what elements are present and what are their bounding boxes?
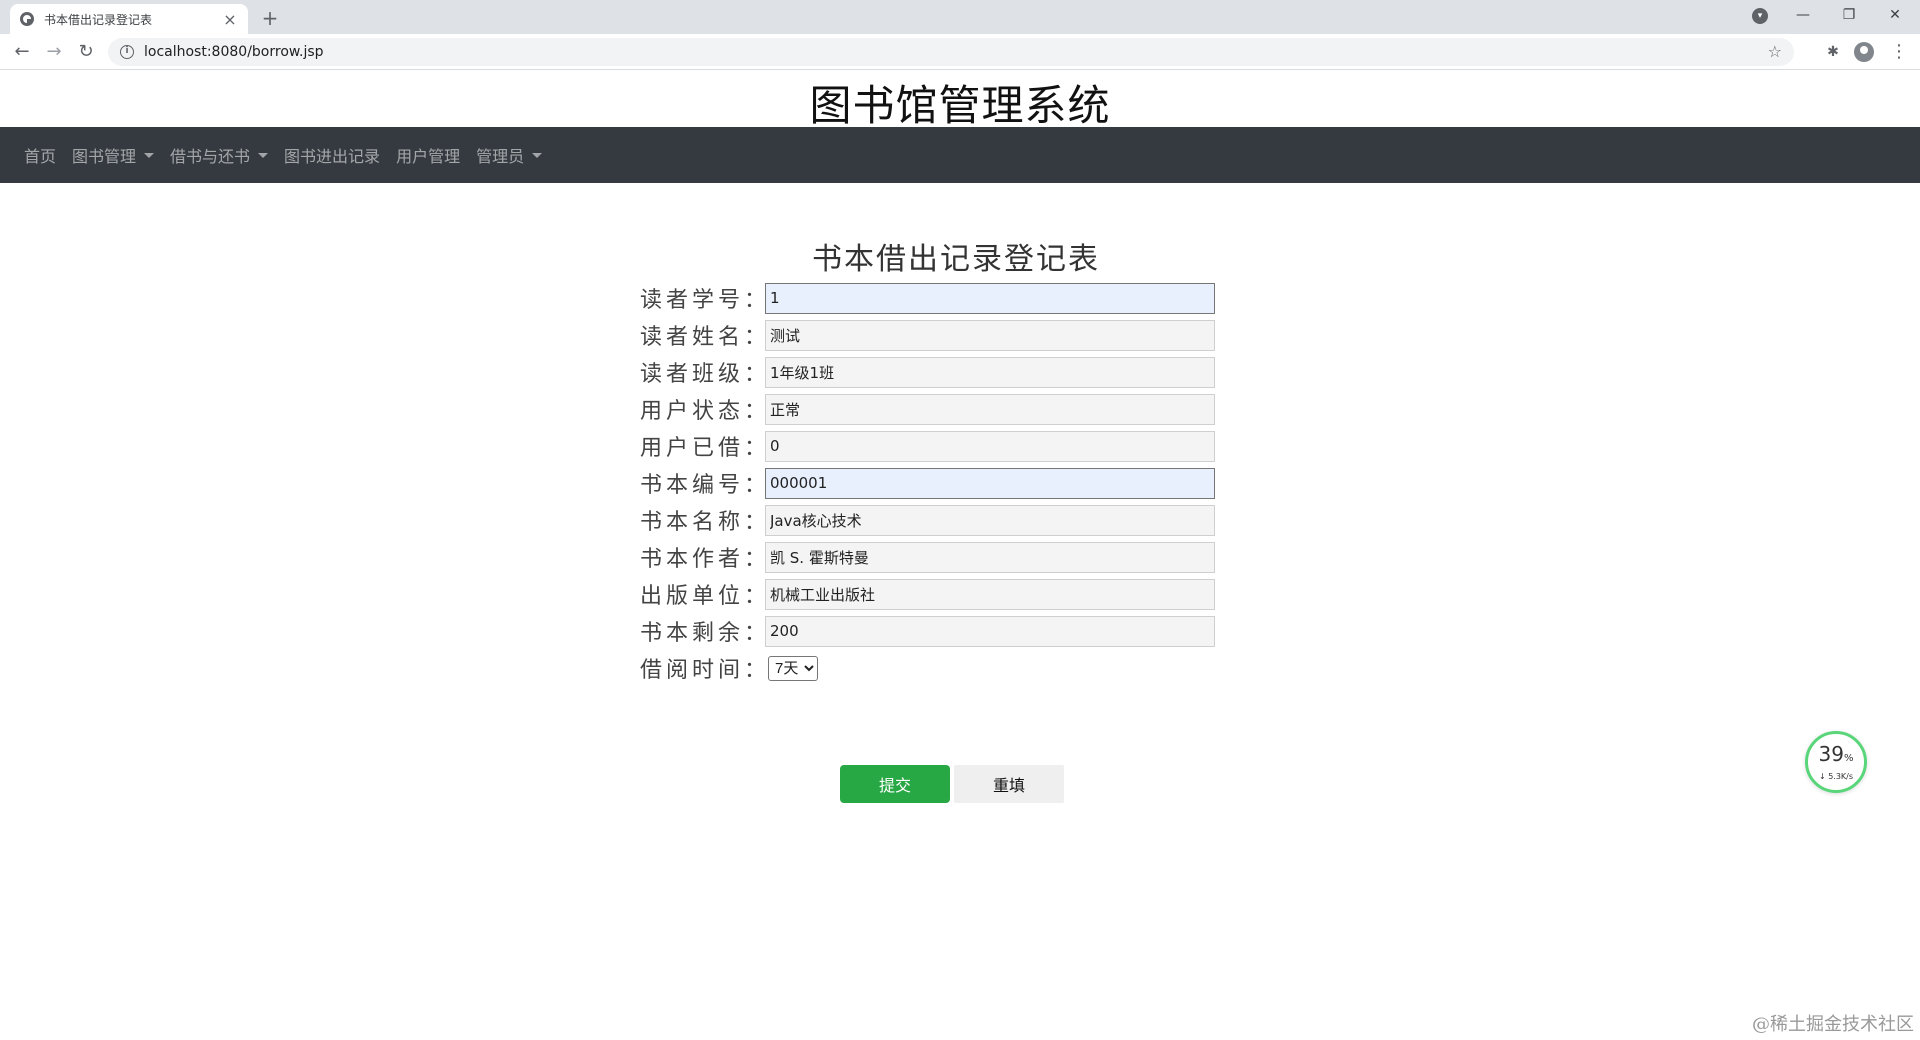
- form-row-book-remaining: 书本剩余：: [640, 615, 1215, 647]
- main-navbar: 首页 图书管理 借书与还书 图书进出记录 用户管理 管理员: [0, 127, 1920, 183]
- nav-item-label: 图书进出记录: [284, 147, 381, 166]
- user-status-input[interactable]: [765, 393, 1215, 425]
- form-row-book-name: 书本名称：: [640, 504, 1215, 536]
- nav-item-home[interactable]: 首页: [16, 143, 64, 167]
- book-id-input[interactable]: [765, 467, 1215, 499]
- extensions-icon[interactable]: ✱: [1823, 42, 1843, 62]
- tab-search-icon[interactable]: ▾: [1752, 8, 1768, 24]
- field-label: 用户状态：: [640, 399, 771, 424]
- speed-percent-unit: %: [1843, 753, 1854, 764]
- book-name-input[interactable]: [765, 504, 1215, 536]
- nav-item-admin[interactable]: 管理员: [468, 143, 550, 167]
- nav-item-label: 图书管理: [72, 147, 137, 166]
- form-row-book-id: 书本编号：: [640, 467, 1215, 499]
- form-row-user-borrowed: 用户已借：: [640, 430, 1215, 462]
- reset-button[interactable]: 重填: [954, 765, 1064, 803]
- caret-down-icon: [144, 152, 155, 158]
- globe-icon: [20, 12, 34, 26]
- field-label: 出版单位：: [640, 584, 771, 609]
- form-row-publisher: 出版单位：: [640, 578, 1215, 610]
- reload-icon[interactable]: ↻: [74, 40, 98, 64]
- field-label: 借阅时间：: [640, 658, 771, 683]
- speed-rate: ↓ 5.3K/s: [1818, 772, 1854, 781]
- caret-down-icon: [258, 152, 269, 158]
- form-row-reader-name: 读者姓名：: [640, 319, 1215, 351]
- network-speed-widget[interactable]: 39% ↓ 5.3K/s: [1805, 731, 1867, 793]
- speed-percent: 39%: [1808, 744, 1864, 769]
- browser-toolbar: ← → ↻ i localhost:8080/borrow.jsp ☆ ✱ ⋮: [0, 34, 1920, 70]
- field-label: 书本名称：: [640, 510, 771, 535]
- back-arrow-icon[interactable]: ←: [10, 40, 34, 64]
- reader-name-input[interactable]: [765, 319, 1215, 351]
- borrow-duration-select[interactable]: 7天: [768, 655, 818, 681]
- new-tab-button[interactable]: +: [258, 6, 282, 30]
- submit-button[interactable]: 提交: [840, 765, 950, 803]
- nav-item-label: 首页: [24, 147, 57, 166]
- form-title: 书本借出记录登记表: [812, 242, 1100, 277]
- nav-item-user-management[interactable]: 用户管理: [388, 143, 468, 167]
- field-label: 读者学号：: [640, 288, 771, 313]
- watermark: @稀土掘金技术社区: [1752, 1014, 1914, 1035]
- book-author-input[interactable]: [765, 541, 1215, 573]
- profile-avatar-icon[interactable]: [1854, 42, 1874, 62]
- tab-title: 书本借出记录登记表: [44, 12, 153, 27]
- field-label: 读者班级：: [640, 362, 771, 387]
- field-label: 书本剩余：: [640, 621, 771, 646]
- browser-menu-icon[interactable]: ⋮: [1889, 42, 1909, 62]
- form-row-user-status: 用户状态：: [640, 393, 1215, 425]
- info-icon[interactable]: i: [120, 45, 134, 59]
- reader-class-input[interactable]: [765, 356, 1215, 388]
- form-row-reader-class: 读者班级：: [640, 356, 1215, 388]
- speed-percent-value: 39: [1818, 742, 1844, 766]
- nav-item-label: 管理员: [476, 147, 525, 166]
- forward-arrow-icon[interactable]: →: [42, 40, 66, 64]
- nav-item-label: 借书与还书: [170, 147, 251, 166]
- bookmark-star-icon[interactable]: ☆: [1768, 42, 1782, 61]
- browser-tab[interactable]: 书本借出记录登记表 ×: [10, 4, 248, 34]
- form-row-reader-id: 读者学号：: [640, 282, 1215, 314]
- field-label: 书本编号：: [640, 473, 771, 498]
- nav-item-label: 用户管理: [396, 147, 461, 166]
- field-label: 读者姓名：: [640, 325, 771, 350]
- window-close-button[interactable]: ✕: [1872, 0, 1918, 30]
- user-borrowed-input[interactable]: [765, 430, 1215, 462]
- site-title: 图书馆管理系统: [809, 81, 1111, 130]
- browser-tab-bar: 书本借出记录登记表 × + ▾ — ❐ ✕: [0, 0, 1920, 34]
- nav-item-book-records[interactable]: 图书进出记录: [276, 143, 388, 167]
- book-remaining-input[interactable]: [765, 615, 1215, 647]
- restore-button[interactable]: ❐: [1826, 0, 1872, 30]
- reader-id-input[interactable]: [765, 282, 1215, 314]
- field-label: 用户已借：: [640, 436, 771, 461]
- address-bar[interactable]: i localhost:8080/borrow.jsp ☆: [108, 38, 1794, 66]
- field-label: 书本作者：: [640, 547, 771, 572]
- nav-item-borrow-return[interactable]: 借书与还书: [162, 143, 276, 167]
- caret-down-icon: [532, 152, 543, 158]
- form-row-book-author: 书本作者：: [640, 541, 1215, 573]
- publisher-input[interactable]: [765, 578, 1215, 610]
- form-row-borrow-duration: 借阅时间： 7天: [640, 653, 818, 683]
- nav-item-book-management[interactable]: 图书管理: [64, 143, 162, 167]
- tab-close-icon[interactable]: ×: [222, 10, 238, 29]
- minimize-button[interactable]: —: [1780, 0, 1826, 30]
- address-url[interactable]: localhost:8080/borrow.jsp: [144, 44, 324, 60]
